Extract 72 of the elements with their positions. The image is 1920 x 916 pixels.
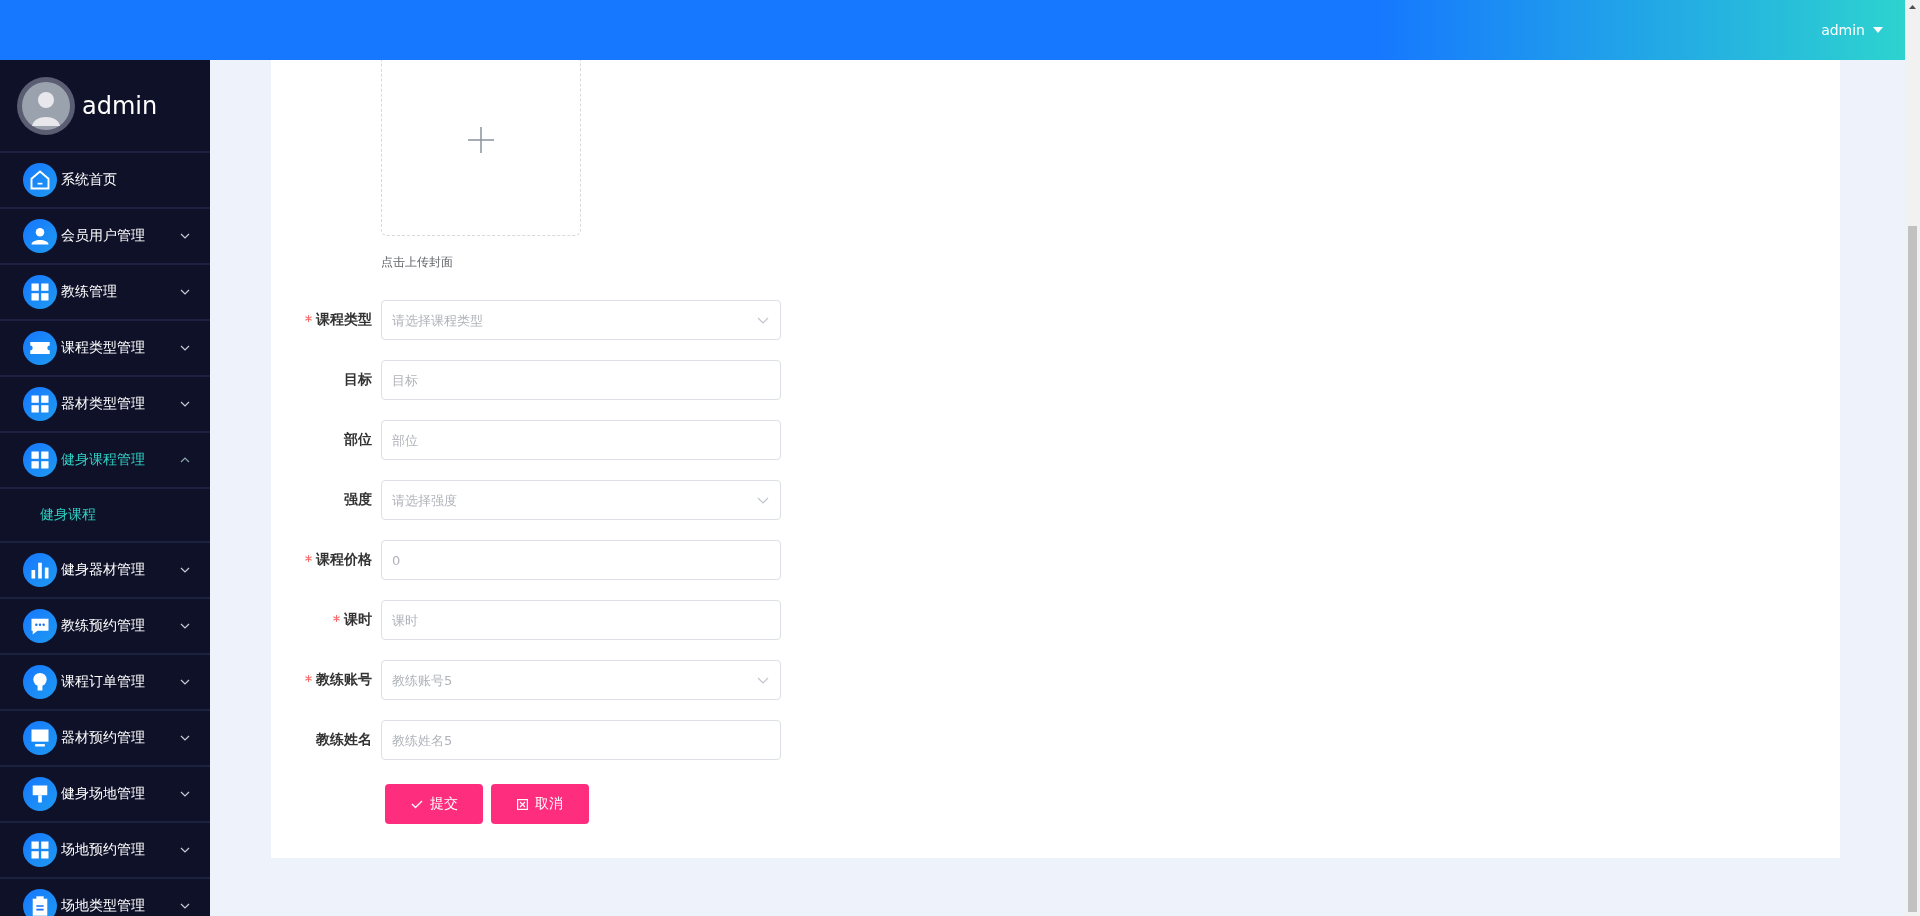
required-icon [333,615,340,622]
chevron-icon [180,679,190,685]
required-icon [305,315,312,322]
chevron-icon [180,567,190,573]
cancel-button[interactable]: 取消 [491,784,589,824]
chevron-icon [180,623,190,629]
menu-item[interactable]: 健身器材管理 [0,543,210,599]
grid-icon [23,833,57,867]
clipboard-icon [23,889,57,916]
chevron-icon [180,735,190,741]
required-icon [305,675,312,682]
field-label: 课时 [271,611,372,629]
menu-item[interactable]: 场地预约管理 [0,823,210,879]
menu-item[interactable]: 健身课程管理 [0,433,210,489]
input-field[interactable]: 教练姓名5 [381,720,781,760]
submit-button[interactable]: 提交 [385,784,483,824]
signpost-icon [23,777,57,811]
required-icon [305,555,312,562]
field-label: 部位 [343,431,372,449]
menu-item[interactable]: 器材类型管理 [0,377,210,433]
select-field[interactable]: 教练账号5 [381,660,781,700]
grid-icon [23,387,57,421]
menu-item[interactable]: 系统首页 [0,153,210,209]
close-icon [517,798,528,810]
person-icon [23,219,57,253]
input-field[interactable]: 目标 [381,360,781,400]
menu-item[interactable]: 教练管理 [0,265,210,321]
menu-item[interactable]: 教练预约管理 [0,599,210,655]
select-field[interactable]: 请选择强度 [381,480,781,520]
avatar [16,75,76,136]
chevron-icon [180,903,190,909]
bar-chart-icon [23,553,57,587]
scrollbar-thumb[interactable] [1908,226,1917,912]
input-field[interactable]: 课时 [381,600,781,640]
field-label: 强度 [343,491,372,509]
chat-icon [23,609,57,643]
menu-item[interactable]: 会员用户管理 [0,209,210,265]
field-label: 课程价格 [271,551,372,569]
ticket-icon [23,331,57,365]
upload-hint: 点击上传封面 [381,254,454,271]
input-field[interactable]: 部位 [381,420,781,460]
menu-item[interactable]: 器材预约管理 [0,711,210,767]
chevron-icon [180,345,190,351]
menu-item[interactable]: 场地类型管理 [0,879,210,916]
monitor-icon [23,721,57,755]
grid-icon [23,275,57,309]
home-icon [23,163,57,197]
field-label: 目标 [343,371,372,389]
field-label: 教练账号 [271,671,372,689]
chevron-icon [180,401,190,407]
caret-icon [1873,27,1883,33]
input-field[interactable]: 0 [381,540,781,580]
chevron-icon [180,289,190,295]
chevron-icon [757,317,769,324]
chevron-icon [757,677,769,684]
grid-icon [23,443,57,477]
menu-item[interactable]: 课程类型管理 [0,321,210,377]
chevron-icon [180,847,190,853]
select-field[interactable]: 请选择课程类型 [381,300,781,340]
field-label: 教练姓名 [315,731,372,749]
upload-box[interactable] [381,60,581,236]
menu-item[interactable]: 健身场地管理 [0,767,210,823]
field-label: 课程类型 [271,311,372,329]
chevron-icon [180,233,190,239]
chevron-icon [180,791,190,797]
menu-item[interactable]: 课程订单管理 [0,655,210,711]
chevron-icon [757,497,769,504]
username: admin [82,91,158,120]
plus-icon [468,127,494,153]
bulb-icon [23,665,57,699]
check-icon [410,799,423,809]
chevron-icon [180,457,190,463]
